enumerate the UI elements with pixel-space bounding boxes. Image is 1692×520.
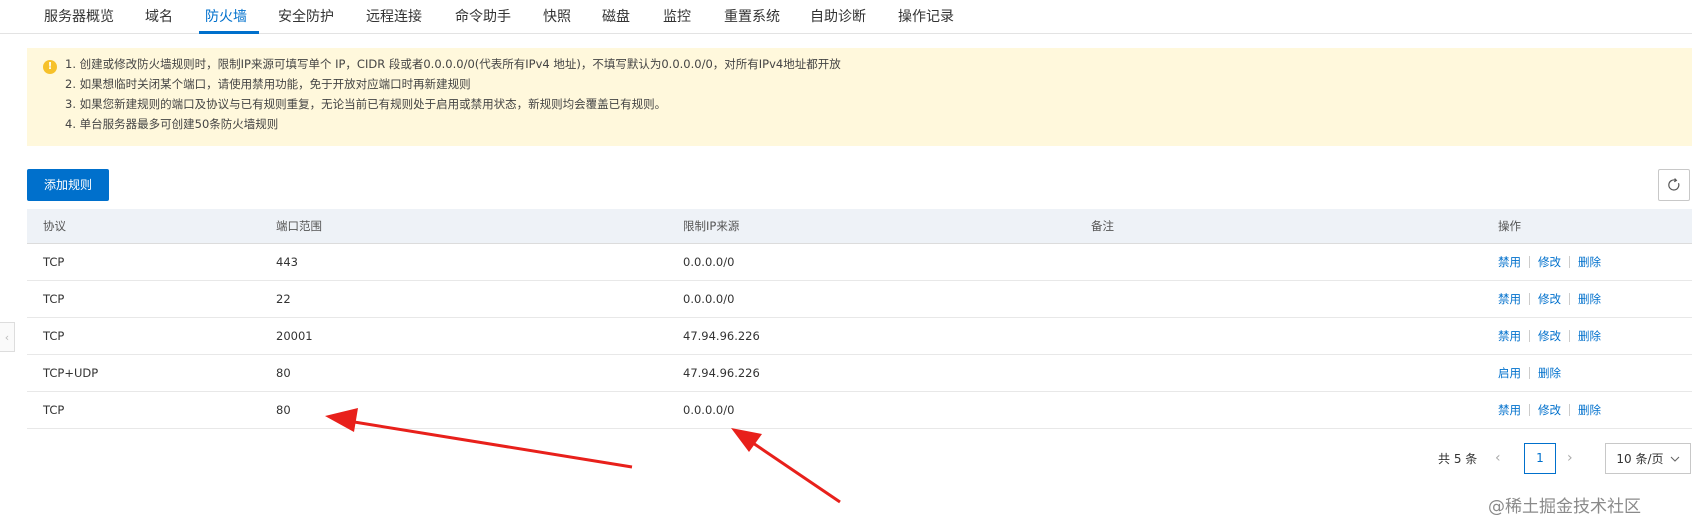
watermark: @稀土掘金技术社区 [1488, 497, 1641, 517]
annotation-arrows [325, 408, 841, 504]
annotation-arrow-port [325, 408, 633, 469]
annotation-arrow-source [731, 428, 841, 504]
